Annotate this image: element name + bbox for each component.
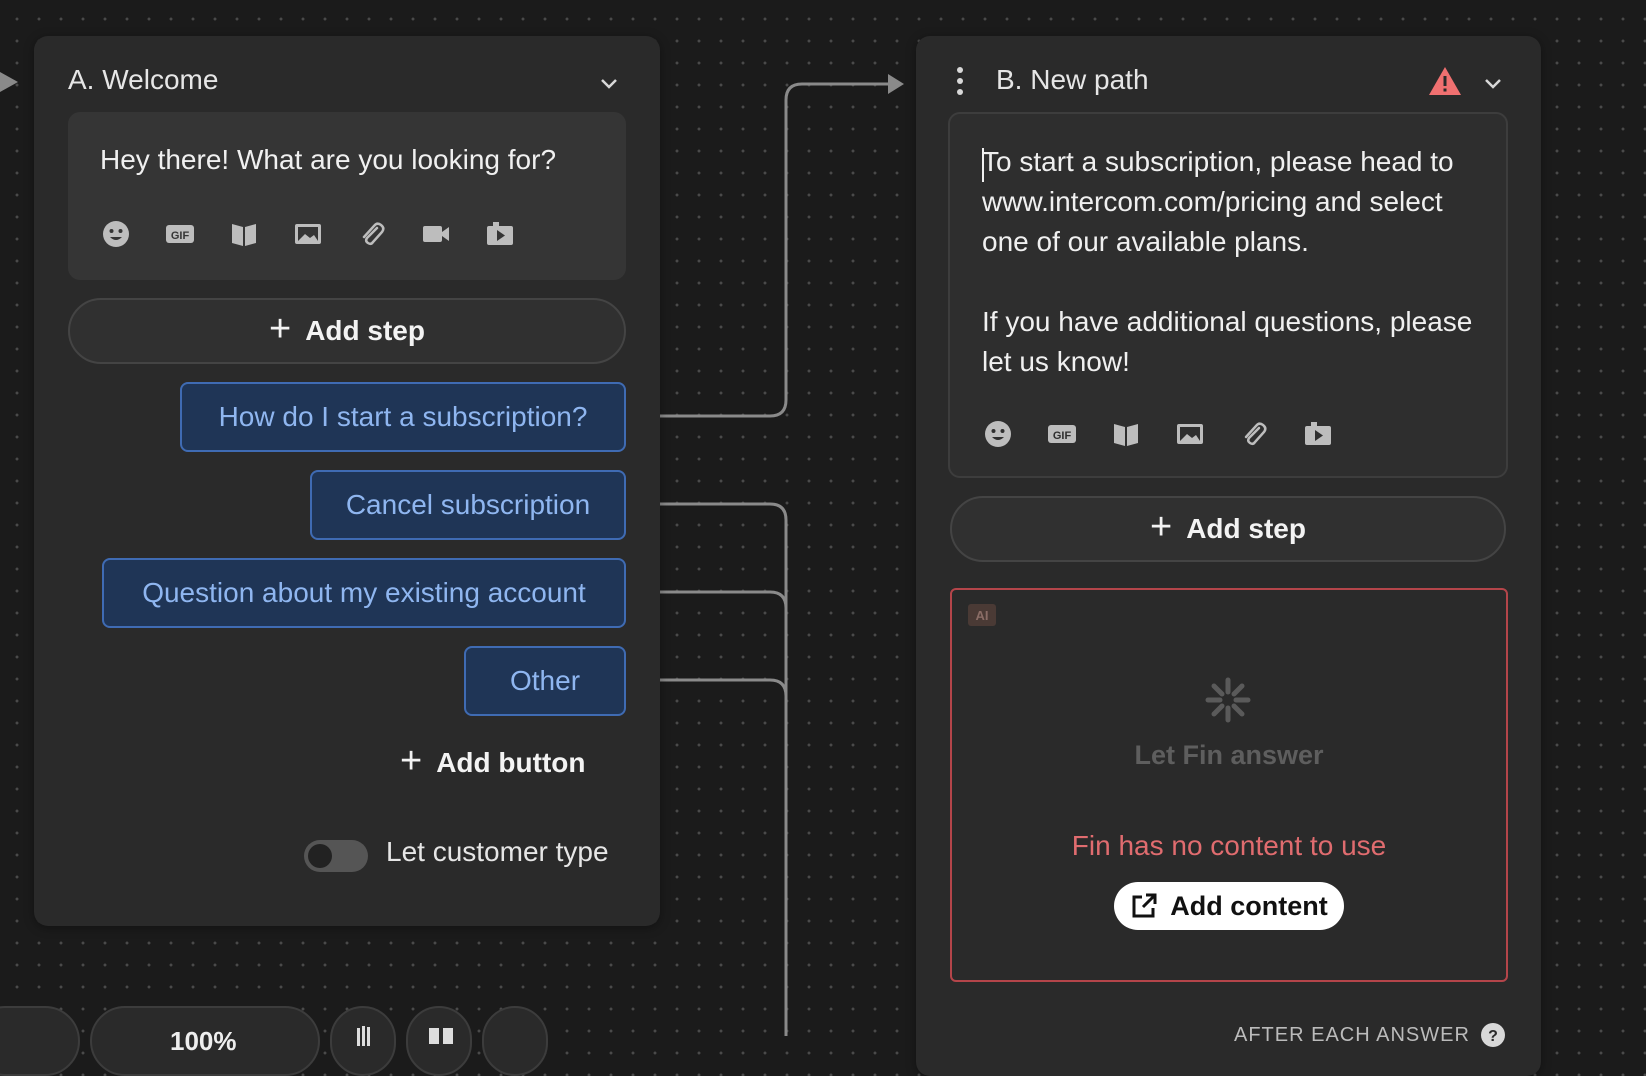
gif-icon[interactable]: GIF: [1030, 414, 1094, 454]
step-card-new-path: B. New path To start a subscription, ple…: [916, 36, 1541, 1076]
step-card-welcome: A. Welcome Hey there! What are you looki…: [34, 36, 660, 926]
reply-button-cancel-subscription[interactable]: Cancel subscription: [310, 470, 626, 540]
add-button[interactable]: + Add button: [400, 742, 586, 780]
more-button[interactable]: [482, 1006, 548, 1076]
hand-tool-button[interactable]: [330, 1006, 396, 1076]
attachment-icon[interactable]: [340, 214, 404, 254]
message-text[interactable]: To start a subscription, please head to …: [982, 142, 1482, 382]
svg-text:GIF: GIF: [1053, 430, 1072, 442]
plus-icon: +: [400, 740, 423, 782]
attachment-icon[interactable]: [1222, 414, 1286, 454]
drag-handle-icon[interactable]: [956, 66, 964, 96]
add-step-label: Add step: [305, 315, 425, 346]
card-title[interactable]: B. New path: [996, 64, 1149, 96]
message-editor[interactable]: Hey there! What are you looking for? GIF: [68, 112, 626, 280]
after-each-answer-label: AFTER EACH ANSWER ?: [1234, 1022, 1506, 1048]
zoom-level: 100%: [170, 1026, 237, 1056]
add-content-button[interactable]: Add content: [1114, 882, 1344, 930]
ai-badge: AI: [968, 604, 996, 626]
bottom-left-pill[interactable]: [0, 1006, 80, 1076]
hand-icon: [357, 1026, 370, 1046]
card-title[interactable]: A. Welcome: [68, 64, 218, 96]
add-button-label: Add button: [436, 747, 586, 778]
fin-error-text: Fin has no content to use: [1071, 830, 1387, 861]
message-editor[interactable]: To start a subscription, please head to …: [948, 112, 1508, 478]
fin-answer-block[interactable]: AI Let Fin answer Fin has no content to …: [950, 588, 1508, 982]
composer-toolbar: GIF: [84, 214, 532, 254]
app-icon[interactable]: [1286, 414, 1350, 454]
zoom-control[interactable]: 100%: [90, 1006, 320, 1076]
plus-icon: +: [269, 308, 292, 350]
add-step-button[interactable]: + Add step: [68, 298, 626, 364]
article-icon[interactable]: [1094, 414, 1158, 454]
toggle-label: Let customer type: [386, 836, 609, 867]
composer-toolbar: GIF: [966, 414, 1350, 454]
svg-text:GIF: GIF: [171, 230, 190, 242]
emoji-icon[interactable]: [966, 414, 1030, 454]
chevron-down-icon[interactable]: [598, 72, 620, 94]
help-icon[interactable]: ?: [1480, 1022, 1506, 1048]
incoming-arrow-icon: [0, 72, 18, 92]
video-icon[interactable]: [404, 214, 468, 254]
plus-icon: +: [1150, 506, 1173, 548]
add-step-button[interactable]: + Add step: [950, 496, 1506, 562]
message-text[interactable]: Hey there! What are you looking for?: [100, 140, 556, 180]
grid-icon: [429, 1028, 453, 1044]
article-icon[interactable]: [212, 214, 276, 254]
let-customer-type-toggle[interactable]: [304, 840, 368, 872]
layout-button[interactable]: [406, 1006, 472, 1076]
image-icon[interactable]: [1158, 414, 1222, 454]
fin-logo-icon: [1205, 677, 1251, 723]
reply-button-other[interactable]: Other: [464, 646, 626, 716]
gif-icon[interactable]: GIF: [148, 214, 212, 254]
reply-button-existing-account[interactable]: Question about my existing account: [102, 558, 626, 628]
warning-icon[interactable]: [1428, 66, 1462, 96]
arrow-head-icon: [888, 74, 904, 94]
external-link-icon: [1132, 893, 1157, 918]
add-content-label: Add content: [1170, 890, 1328, 921]
chevron-down-icon[interactable]: [1482, 72, 1504, 94]
add-step-label: Add step: [1186, 513, 1306, 544]
emoji-icon[interactable]: [84, 214, 148, 254]
image-icon[interactable]: [276, 214, 340, 254]
svg-text:?: ?: [1488, 1028, 1498, 1045]
fin-title: Let Fin answer: [1134, 740, 1324, 770]
reply-button-start-subscription[interactable]: How do I start a subscription?: [180, 382, 626, 452]
app-icon[interactable]: [468, 214, 532, 254]
